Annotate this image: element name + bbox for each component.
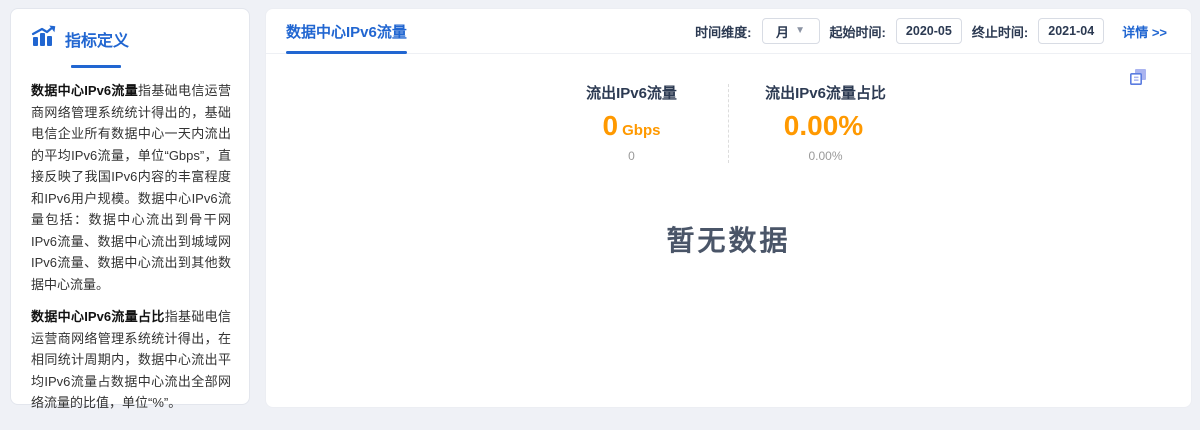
- stat-value: 0Gbps: [539, 112, 724, 140]
- details-link[interactable]: 详情 >>: [1122, 22, 1167, 41]
- definition-text: 指基础电信运营商网络管理系统统计得出的，基础电信企业所有数据中心一天内流出的平均…: [31, 83, 231, 292]
- definition-term: 数据中心IPv6流量占比: [31, 309, 165, 324]
- definition-paragraph: 数据中心IPv6流量指基础电信运营商网络管理系统统计得出的，基础电信企业所有数据…: [31, 80, 231, 295]
- stats-dashed-divider: [728, 84, 729, 163]
- time-controls: 时间维度: 月 ▼ 起始时间: 终止时间: 详情 >>: [695, 18, 1167, 44]
- stat-outbound-ipv6-traffic: 流出IPv6流量 0Gbps 0: [539, 82, 724, 163]
- start-time-label: 起始时间:: [830, 22, 886, 41]
- panel-header: 数据中心IPv6流量 时间维度: 月 ▼ 起始时间: 终止时间: 详情 >>: [266, 9, 1191, 54]
- tab-datacenter-ipv6-traffic[interactable]: 数据中心IPv6流量: [286, 9, 407, 53]
- stat-label: 流出IPv6流量占比: [733, 82, 918, 103]
- definition-text: 指基础电信运营商网络管理系统统计得出，在相同统计周期内，数据中心流出平均IPv6…: [31, 309, 231, 410]
- stat-sub-value: 0.00%: [733, 149, 918, 163]
- stat-label: 流出IPv6流量: [539, 82, 724, 103]
- sidebar-header: 指标定义: [31, 25, 231, 52]
- stats-row: 流出IPv6流量 0Gbps 0 流出IPv6流量占比 0.00% 0.00%: [266, 82, 1191, 163]
- end-time-input[interactable]: [1038, 18, 1104, 44]
- time-dimension-select[interactable]: 月 ▼: [762, 18, 820, 44]
- sidebar-title: 指标定义: [65, 27, 129, 51]
- time-dimension-value: 月: [776, 22, 789, 41]
- panel-body: 流出IPv6流量 0Gbps 0 流出IPv6流量占比 0.00% 0.00% …: [266, 54, 1191, 259]
- end-time-label: 终止时间:: [972, 22, 1028, 41]
- stat-value: 0.00%: [733, 112, 918, 140]
- definition-paragraph: 数据中心IPv6流量占比指基础电信运营商网络管理系统统计得出，在相同统计周期内，…: [31, 306, 231, 414]
- sidebar-title-underline: [71, 65, 121, 68]
- definition-term: 数据中心IPv6流量: [31, 83, 138, 98]
- data-view-icon[interactable]: [1127, 66, 1149, 88]
- stat-sub-value: 0: [539, 149, 724, 163]
- time-dimension-label: 时间维度:: [695, 22, 751, 41]
- start-time-input[interactable]: [896, 18, 962, 44]
- stat-outbound-ipv6-ratio: 流出IPv6流量占比 0.00% 0.00%: [733, 82, 918, 163]
- indicator-definition-panel: 指标定义 数据中心IPv6流量指基础电信运营商网络管理系统统计得出的，基础电信企…: [10, 8, 250, 405]
- bar-chart-trend-icon: [31, 25, 57, 52]
- ipv6-traffic-panel: 数据中心IPv6流量 时间维度: 月 ▼ 起始时间: 终止时间: 详情 >>: [265, 8, 1192, 408]
- no-data-message: 暂无数据: [266, 219, 1191, 259]
- chevron-down-icon: ▼: [795, 26, 805, 36]
- stat-unit: Gbps: [622, 122, 660, 139]
